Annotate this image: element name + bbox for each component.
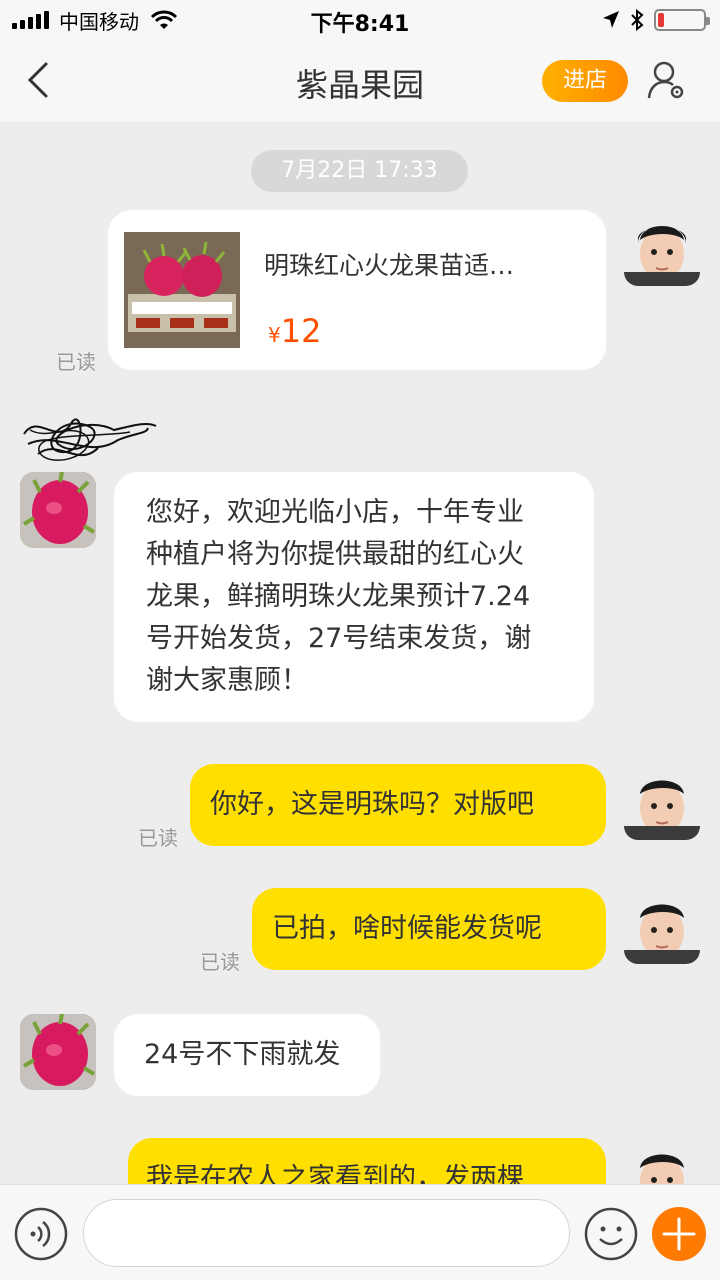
- message-line: 种植户将为你提供最甜的红心火: [146, 539, 524, 570]
- message-line: 号开始发货，27号结束发货，谢: [146, 623, 532, 654]
- emoji-button[interactable]: [584, 1207, 638, 1261]
- message-line: 您好，欢迎光临小店，十年专业: [146, 497, 524, 528]
- plus-icon: [662, 1217, 696, 1251]
- enter-shop-button[interactable]: 进店: [542, 60, 628, 102]
- currency-symbol: ¥: [268, 323, 281, 347]
- bluetooth-icon: [631, 9, 644, 31]
- message-input[interactable]: [83, 1199, 570, 1267]
- message-timestamp: 7月22日 17:33: [251, 150, 468, 192]
- product-image: [124, 232, 240, 348]
- message-line: 龙果，鲜摘明珠火龙果预计7.24: [146, 581, 531, 612]
- read-receipt: 已读: [56, 350, 96, 374]
- my-avatar[interactable]: [624, 1138, 700, 1184]
- read-receipt: 已读: [200, 950, 240, 974]
- my-avatar[interactable]: [624, 210, 700, 286]
- nav-bar: 紫晶果园 进店: [0, 40, 720, 122]
- location-arrow-icon: [603, 11, 619, 28]
- shop-avatar[interactable]: [20, 472, 96, 548]
- product-card[interactable]: 明珠红心火龙果苗适… ¥12: [108, 210, 606, 370]
- user-settings-icon[interactable]: [646, 60, 686, 100]
- more-options-button[interactable]: [652, 1207, 706, 1261]
- my-avatar[interactable]: [624, 764, 700, 840]
- product-price: ¥12: [268, 312, 321, 350]
- input-bar: [0, 1184, 720, 1280]
- my-avatar[interactable]: [624, 888, 700, 964]
- read-receipt: 已读: [138, 826, 178, 850]
- message-bubble-shop: 您好，欢迎光临小店，十年专业 种植户将为你提供最甜的红心火 龙果，鲜摘明珠火龙果…: [114, 472, 594, 722]
- shop-avatar[interactable]: [20, 1014, 96, 1090]
- message-bubble-me: 已拍，啥时候能发货呢: [252, 888, 606, 970]
- chat-area[interactable]: 7月22日 17:33 明珠红心火龙果苗适… ¥12 已读 您好，欢迎光临小店，…: [0, 122, 720, 1184]
- message-bubble-me: 你好，这是明珠吗？对版吧: [190, 764, 606, 846]
- price-value: 12: [280, 312, 322, 350]
- voice-input-button[interactable]: [14, 1207, 68, 1261]
- redacted-shop-name: [23, 418, 157, 461]
- product-title: 明珠红心火龙果苗适…: [264, 251, 515, 280]
- status-bar: 中国移动 下午8:41: [0, 0, 720, 40]
- message-bubble-shop: 24号不下雨就发: [114, 1014, 380, 1096]
- message-bubble-me: 我是在农人之家看到的，发两棵: [128, 1138, 606, 1184]
- message-line: 谢大家惠顾！: [146, 665, 308, 696]
- battery-icon: [654, 9, 710, 31]
